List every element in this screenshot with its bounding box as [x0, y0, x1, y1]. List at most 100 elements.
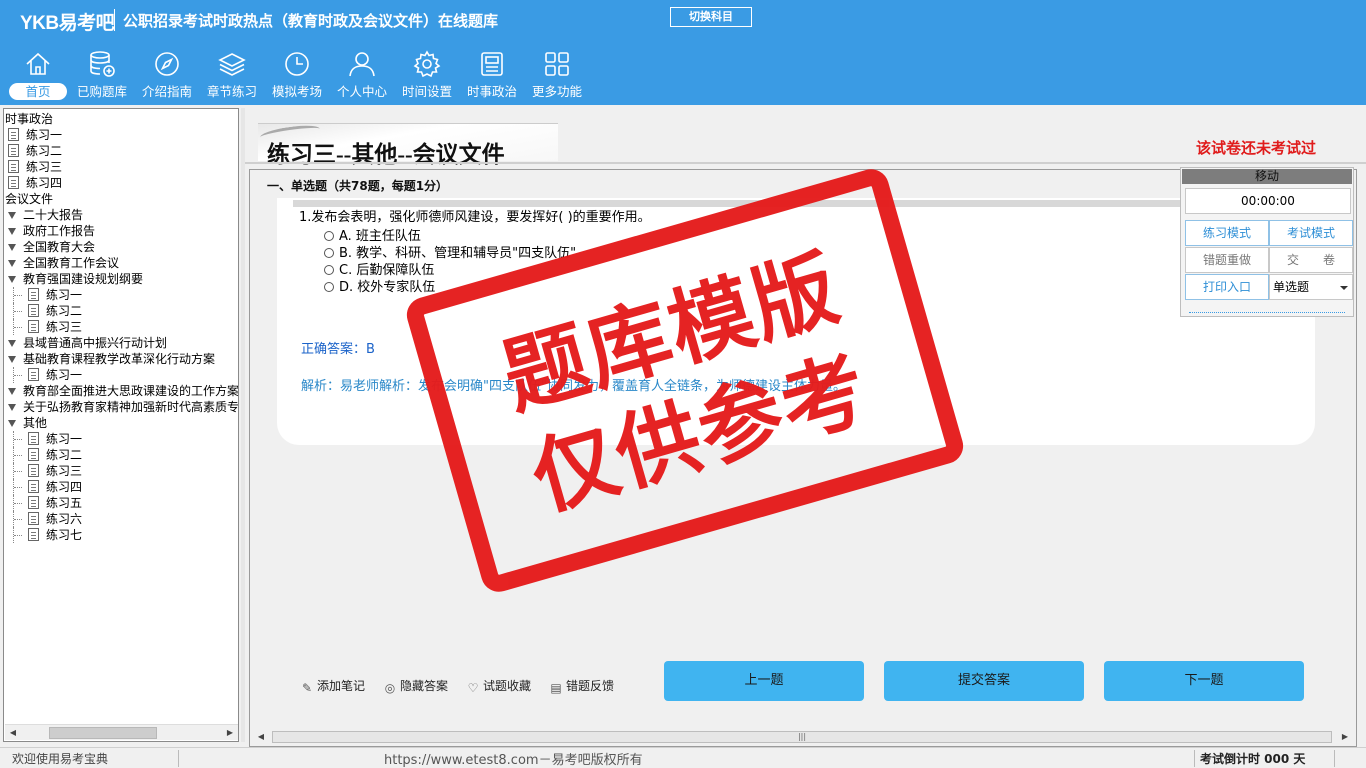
- prev-question-button[interactable]: 上一题: [664, 661, 864, 701]
- document-icon: [8, 176, 19, 189]
- scrollbar-thumb[interactable]: |||: [272, 731, 1332, 743]
- tree-leaf-node[interactable]: 练习六: [4, 511, 238, 527]
- next-question-button[interactable]: 下一题: [1104, 661, 1304, 701]
- panel-divider: [1189, 312, 1345, 313]
- radio-button[interactable]: [324, 265, 334, 275]
- tree-node-label: 全国教育大会: [23, 240, 96, 254]
- tree-root-node[interactable]: 时事政治: [4, 111, 238, 127]
- scroll-left-icon[interactable]: ◀: [253, 729, 269, 745]
- tree-folder-node[interactable]: 全国教育大会: [4, 239, 238, 255]
- favorite-button[interactable]: ♡ 试题收藏: [467, 677, 531, 694]
- user-icon: [349, 52, 375, 77]
- nav-home[interactable]: 首页: [6, 46, 70, 104]
- nav-label: 已购题库: [76, 84, 127, 99]
- tree-leaf-node[interactable]: 练习一: [4, 367, 238, 383]
- expand-triangle-icon[interactable]: [8, 420, 16, 427]
- tree-folder-node[interactable]: 全国教育工作会议: [4, 255, 238, 271]
- nav-current-affairs[interactable]: 时事政治: [460, 46, 524, 104]
- tree-leaf-node[interactable]: 练习三: [4, 319, 238, 335]
- tree-node-label: 练习三: [46, 320, 83, 334]
- tree-leaf-node[interactable]: 练习一: [4, 431, 238, 447]
- tree-leaf-node[interactable]: 练习一: [4, 287, 238, 303]
- scroll-right-icon[interactable]: ▶: [1337, 729, 1353, 745]
- tree-folder-node[interactable]: 基础教育课程教学改革深化行动方案: [4, 351, 238, 367]
- tree-folder-node[interactable]: 其他: [4, 415, 238, 431]
- tree-leaf-node[interactable]: 练习五: [4, 495, 238, 511]
- print-button[interactable]: 打印入口: [1185, 274, 1269, 300]
- switch-subject-button[interactable]: 切换科目: [670, 7, 752, 27]
- tree-leaf-node[interactable]: 练习四: [4, 479, 238, 495]
- exam-countdown: 考试倒计时 000 天: [1200, 752, 1306, 766]
- submit-answer-button[interactable]: 提交答案: [884, 661, 1084, 701]
- app-title: 公职招录考试时政热点（教育时政及会议文件）在线题库: [123, 12, 499, 30]
- radio-button[interactable]: [324, 282, 334, 292]
- main-horizontal-scrollbar[interactable]: ◀ ||| ▶: [253, 729, 1353, 745]
- tree-leaf-node[interactable]: 练习二: [4, 303, 238, 319]
- clock-icon: [285, 52, 309, 76]
- feedback-button[interactable]: ▤ 错题反馈: [550, 677, 614, 694]
- question-type-select[interactable]: 单选题: [1269, 274, 1353, 300]
- nav-purchased-banks[interactable]: 已购题库: [70, 46, 134, 104]
- tree-leaf-node[interactable]: 练习七: [4, 527, 238, 543]
- expand-triangle-icon[interactable]: [8, 276, 16, 283]
- nav-more-features[interactable]: 更多功能: [525, 46, 589, 104]
- tree-branch-line: [13, 431, 23, 447]
- tree-node-label: 练习二: [46, 448, 83, 462]
- tree-root-node[interactable]: 会议文件: [4, 191, 238, 207]
- tree-folder-node[interactable]: 教育强国建设规划纲要: [4, 271, 238, 287]
- tree-node-label: 练习三: [26, 160, 63, 174]
- splitter-handle[interactable]: [241, 108, 245, 742]
- nav-mock-exam[interactable]: 模拟考场: [265, 46, 329, 104]
- add-note-button[interactable]: ✎ 添加笔记: [301, 677, 365, 694]
- nav-label: 个人中心: [336, 84, 387, 99]
- tree-node-label: 练习一: [26, 128, 63, 142]
- expand-triangle-icon[interactable]: [8, 212, 16, 219]
- nav-user-center[interactable]: 个人中心: [330, 46, 394, 104]
- expand-triangle-icon[interactable]: [8, 388, 16, 395]
- scrollbar-thumb[interactable]: [49, 727, 157, 739]
- tree-node-label: 教育部全面推进大思政课建设的工作方案: [23, 384, 238, 398]
- tree-folder-node[interactable]: 政府工作报告: [4, 223, 238, 239]
- radio-button[interactable]: [324, 231, 334, 241]
- expand-triangle-icon[interactable]: [8, 340, 16, 347]
- tree-folder-node[interactable]: 关于弘扬教育家精神加强新时代高素质专业化教师队伍建设的意见: [4, 399, 238, 415]
- tool-label: 添加笔记: [317, 679, 366, 693]
- tree-leaf-node[interactable]: 练习一: [4, 127, 238, 143]
- nav-chapter-practice[interactable]: 章节练习: [200, 46, 264, 104]
- tree-leaf-node[interactable]: 练习三: [4, 159, 238, 175]
- nav-label: 模拟考场: [271, 84, 322, 99]
- status-separator: [1194, 750, 1195, 767]
- expand-triangle-icon[interactable]: [8, 260, 16, 267]
- tree-folder-node[interactable]: 二十大报告: [4, 207, 238, 223]
- expand-triangle-icon[interactable]: [8, 404, 16, 411]
- expand-triangle-icon[interactable]: [8, 244, 16, 251]
- scroll-right-icon[interactable]: ▶: [222, 725, 238, 741]
- tree-leaf-node[interactable]: 练习三: [4, 463, 238, 479]
- expand-triangle-icon[interactable]: [8, 356, 16, 363]
- radio-button[interactable]: [324, 248, 334, 258]
- tree-leaf-node[interactable]: 练习四: [4, 175, 238, 191]
- hand-in-button[interactable]: 交 卷: [1269, 247, 1353, 273]
- logo-separator: [114, 9, 115, 31]
- expand-triangle-icon[interactable]: [8, 228, 16, 235]
- tree-leaf-node[interactable]: 练习二: [4, 143, 238, 159]
- nav-label: 时间设置: [401, 84, 452, 99]
- practice-mode-button[interactable]: 练习模式: [1185, 220, 1269, 246]
- sidebar-horizontal-scrollbar[interactable]: ◀ ▶: [5, 724, 238, 740]
- tree-folder-node[interactable]: 县域普通高中振兴行动计划: [4, 335, 238, 351]
- status-welcome: 欢迎使用易考宝典: [12, 752, 109, 766]
- hide-answer-button[interactable]: ◎ 隐藏答案: [384, 677, 448, 694]
- tree-branch-line: [13, 287, 23, 303]
- panel-drag-handle[interactable]: 移动: [1182, 169, 1352, 184]
- tool-label: 试题收藏: [483, 679, 532, 693]
- nav-time-settings[interactable]: 时间设置: [395, 46, 459, 104]
- redo-wrong-button[interactable]: 错题重做: [1185, 247, 1269, 273]
- exam-mode-button[interactable]: 考试模式: [1269, 220, 1353, 246]
- tree-folder-node[interactable]: 教育部全面推进大思政课建设的工作方案: [4, 383, 238, 399]
- document-icon: [28, 480, 39, 493]
- option-d[interactable]: D. 校外专家队伍: [324, 276, 435, 295]
- nav-guide[interactable]: 介绍指南: [135, 46, 199, 104]
- tree-leaf-node[interactable]: 练习二: [4, 447, 238, 463]
- scroll-left-icon[interactable]: ◀: [5, 725, 21, 741]
- tree-node-label: 教育强国建设规划纲要: [23, 272, 144, 286]
